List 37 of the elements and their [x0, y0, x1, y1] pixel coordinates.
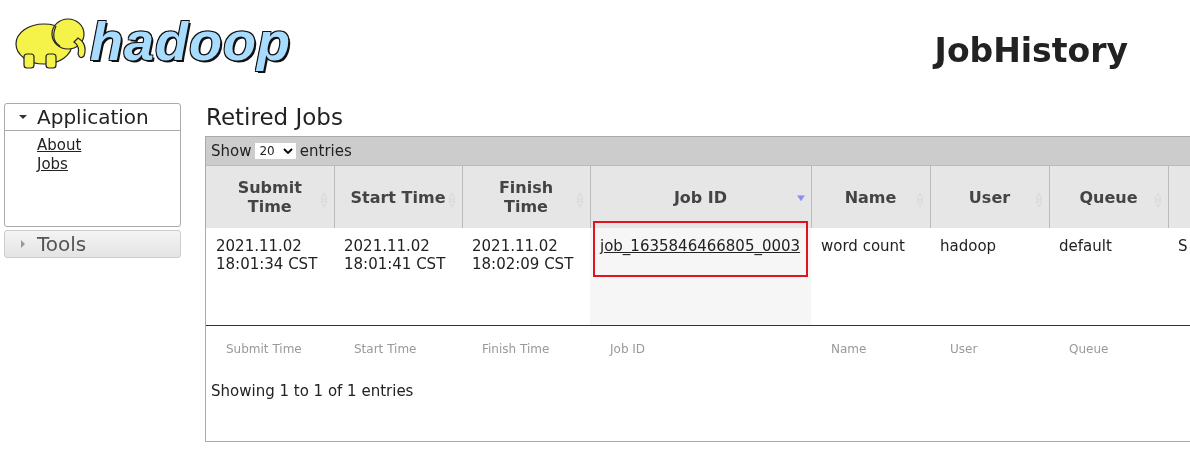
- column-header[interactable]: Name: [811, 165, 930, 228]
- table-cell: default: [1059, 237, 1112, 255]
- page-title: JobHistory: [934, 30, 1128, 70]
- table-cell: 2021.11.02 18:01:34 CST: [216, 237, 318, 273]
- sidebar-section[interactable]: Application: [5, 104, 180, 131]
- column-header[interactable]: User: [930, 165, 1049, 228]
- chevron-icon: [282, 148, 293, 154]
- logo-text: hadoop: [90, 10, 291, 72]
- show-label: Show: [211, 142, 252, 160]
- triangle-icon: [19, 240, 27, 248]
- footer-label: User: [950, 342, 978, 356]
- job-link[interactable]: job_1635846466805_0003: [600, 237, 801, 255]
- column-header[interactable]: Finish Time: [462, 165, 590, 228]
- section-title: Retired Jobs: [206, 104, 344, 130]
- table-cell: hadoop: [940, 237, 997, 255]
- column-header[interactable]: Job ID: [590, 165, 811, 228]
- table-cell: word count: [821, 237, 905, 255]
- sort-desc-icon: [796, 195, 805, 202]
- footer-label: Name: [831, 342, 867, 356]
- footer-label: Start Time: [354, 342, 417, 356]
- entries-label: entries: [299, 142, 352, 160]
- table-cell: 2021.11.02 18:02:09 CST: [472, 237, 574, 273]
- table-cell: 2021.11.02 18:01:41 CST: [344, 237, 446, 273]
- footer-label: Finish Time: [482, 342, 550, 356]
- footer-label: Job ID: [610, 342, 646, 356]
- column-header[interactable]: Submit Time: [206, 165, 334, 228]
- page-size-select[interactable]: 20: [255, 143, 296, 159]
- sidebar-link[interactable]: About: [37, 136, 82, 155]
- sidebar-section[interactable]: Tools: [5, 231, 180, 257]
- table-info: Showing 1 to 1 of 1 entries: [210, 381, 415, 402]
- column-header[interactable]: Start Time: [334, 165, 462, 228]
- footer-label: Submit Time: [226, 342, 302, 356]
- triangle-icon: [19, 113, 27, 121]
- footer-label: Queue: [1069, 342, 1109, 356]
- sidebar-link[interactable]: Jobs: [37, 155, 68, 174]
- table-cell: S: [1178, 237, 1188, 255]
- column-header[interactable]: Queue: [1049, 165, 1168, 228]
